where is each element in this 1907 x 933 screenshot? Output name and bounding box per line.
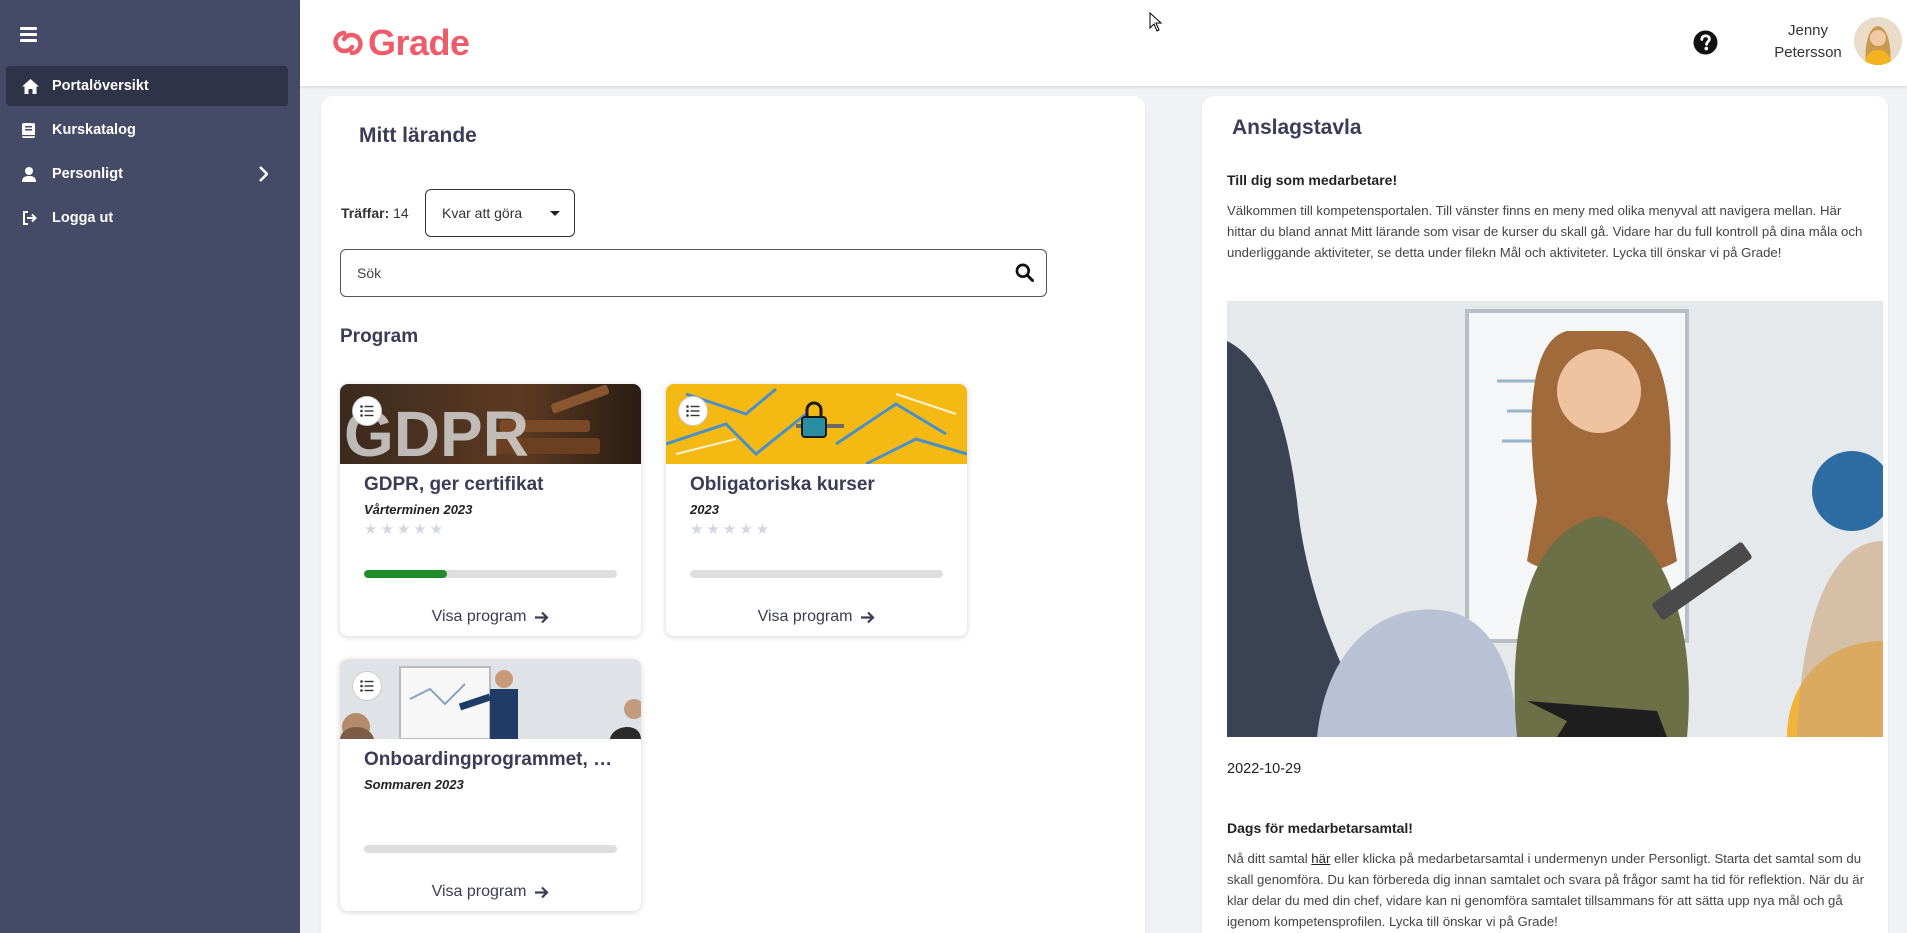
help-icon[interactable] bbox=[1693, 30, 1718, 55]
grade-logo-icon bbox=[333, 30, 363, 56]
sidebar-item-personligt[interactable]: Personligt bbox=[6, 154, 288, 194]
topbar: Grade Jenny Petersson bbox=[300, 0, 1907, 86]
progress-bar bbox=[364, 570, 617, 578]
sign-out-icon bbox=[22, 210, 44, 226]
mitt-larande-panel: Mitt lärande Träffar: 14 Kvar att göra P… bbox=[321, 96, 1145, 933]
post-body: Välkommen till kompetensportalen. Till v… bbox=[1227, 203, 1863, 260]
post-body: Nå ditt samtal här eller klicka på medar… bbox=[1227, 851, 1864, 929]
samtal-link[interactable]: här bbox=[1311, 851, 1330, 866]
avatar[interactable] bbox=[1854, 17, 1902, 65]
progress-fill bbox=[364, 570, 448, 578]
list-icon bbox=[678, 396, 708, 426]
user-icon bbox=[22, 166, 44, 182]
grade-logo[interactable]: Grade bbox=[332, 22, 470, 64]
sidebar-item-logga-ut[interactable]: Logga ut bbox=[6, 198, 288, 238]
anslagstavla-panel: Anslagstavla Till dig som medarbetare! V… bbox=[1202, 96, 1888, 933]
logo-text: Grade bbox=[368, 22, 470, 63]
program-card-onboarding[interactable]: Onboardingprogrammet, 2023 Sommaren 2023… bbox=[340, 659, 641, 911]
card-title: GDPR, ger certifikat bbox=[364, 474, 544, 495]
progress-bar bbox=[690, 570, 943, 578]
user-name[interactable]: Jenny Petersson bbox=[1758, 20, 1858, 64]
program-card-gdpr[interactable]: GDPR GDPR, ger certifikat Vårterminen 20… bbox=[340, 384, 641, 636]
sidebar-item-label: Logga ut bbox=[52, 210, 114, 226]
post-heading: Dags för medarbetarsamtal! bbox=[1227, 820, 1413, 836]
sidebar-item-kurskatalog[interactable]: Kurskatalog bbox=[6, 110, 288, 150]
search-icon[interactable] bbox=[1015, 263, 1034, 282]
sidebar-item-label: Personligt bbox=[52, 166, 123, 182]
mitt-larande-title: Mitt lärande bbox=[359, 124, 477, 147]
card-subtitle: 2023 bbox=[690, 502, 719, 517]
book-icon bbox=[22, 122, 44, 138]
gdpr-card-image: GDPR bbox=[340, 384, 641, 464]
arrow-right-icon bbox=[535, 611, 549, 623]
visa-program-link[interactable]: Visa program bbox=[666, 608, 967, 626]
search-box bbox=[340, 249, 1047, 297]
card-title: Obligatoriska kurser bbox=[690, 474, 875, 495]
star-rating[interactable]: ★★★★★ bbox=[364, 520, 446, 538]
post-date: 2022-10-29 bbox=[1227, 761, 1302, 777]
card-subtitle: Vårterminen 2023 bbox=[364, 502, 473, 517]
program-card-obligatoriska[interactable]: Obligatoriska kurser 2023 ★★★★★ Visa pro… bbox=[666, 384, 967, 636]
card-title: Onboardingprogrammet, 2023 bbox=[364, 749, 618, 770]
visa-program-link[interactable]: Visa program bbox=[340, 883, 641, 901]
onboarding-card-image bbox=[340, 659, 641, 739]
hits-count: Träffar: 14 bbox=[341, 205, 409, 221]
obligatoriska-card-image bbox=[666, 384, 967, 464]
list-icon bbox=[352, 671, 382, 701]
chevron-right-icon bbox=[258, 166, 272, 182]
star-rating[interactable]: ★★★★★ bbox=[690, 520, 772, 538]
teacher-photo bbox=[1227, 301, 1883, 737]
menu-icon[interactable] bbox=[20, 27, 37, 42]
home-icon bbox=[22, 78, 44, 94]
status-filter-select[interactable]: Kvar att göra bbox=[425, 189, 575, 237]
search-input[interactable] bbox=[341, 250, 961, 296]
mouse-cursor-icon bbox=[1149, 11, 1163, 32]
arrow-right-icon bbox=[861, 611, 875, 623]
sidebar-item-label: Kurskatalog bbox=[52, 122, 136, 138]
post-heading: Till dig som medarbetare! bbox=[1227, 172, 1398, 188]
visa-program-link[interactable]: Visa program bbox=[340, 608, 641, 626]
card-subtitle: Sommaren 2023 bbox=[364, 777, 464, 792]
sidebar: Portalöversikt Kurskatalog Personligt Lo… bbox=[0, 0, 300, 933]
anslagstavla-title: Anslagstavla bbox=[1232, 116, 1362, 139]
sidebar-nav: Portalöversikt Kurskatalog Personligt Lo… bbox=[6, 66, 288, 242]
list-icon bbox=[352, 396, 382, 426]
program-section-title: Program bbox=[340, 326, 419, 347]
progress-bar bbox=[364, 845, 617, 853]
sidebar-item-portaloversikt[interactable]: Portalöversikt bbox=[6, 66, 288, 106]
sidebar-item-label: Portalöversikt bbox=[52, 78, 149, 94]
arrow-right-icon bbox=[535, 886, 549, 898]
caret-down-icon bbox=[550, 211, 560, 216]
